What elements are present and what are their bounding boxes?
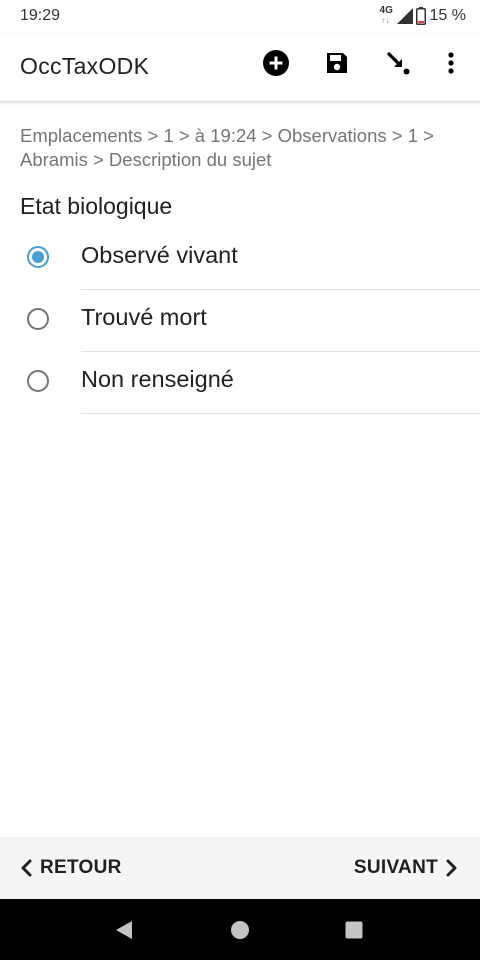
add-button[interactable] [261, 48, 291, 78]
status-bar: 19:29 4G ↑↓ 15 % [0, 0, 480, 34]
battery-icon [415, 7, 426, 25]
add-circle-icon [263, 50, 289, 76]
system-navigation-bar [0, 899, 480, 960]
save-button[interactable] [322, 48, 352, 78]
recents-square-icon [345, 921, 363, 939]
home-circle-icon [231, 921, 249, 939]
signal-icon [396, 8, 413, 24]
status-time: 19:29 [20, 7, 61, 24]
next-button[interactable]: SUIVANT [354, 837, 458, 899]
more-vert-icon [448, 52, 454, 74]
system-back-button[interactable] [112, 918, 136, 942]
chevron-right-icon [446, 859, 457, 877]
network-activity-arrows: ↑↓ [381, 16, 390, 25]
option-label: Trouvé mort [81, 304, 207, 330]
chevron-left-icon [21, 859, 32, 877]
app-title: OccTaxODK [20, 53, 150, 79]
question-label: Etat biologique [20, 193, 173, 219]
app-bar: OccTaxODK [0, 34, 480, 102]
breadcrumb: Emplacements > 1 > à 19:24 > Observation… [20, 125, 434, 170]
radio-button[interactable] [27, 370, 49, 392]
system-recents-button[interactable] [342, 918, 366, 942]
option-label: Non renseigné [81, 366, 234, 392]
save-icon [327, 53, 347, 73]
option-non-renseigne[interactable]: Non renseigné [0, 352, 480, 414]
network-type-icon: 4G ↑↓ [379, 5, 395, 27]
next-button-label: SUIVANT [353, 857, 438, 878]
network-type-label: 4G [379, 5, 393, 16]
battery-percentage: 15 % [429, 7, 466, 24]
option-trouve-mort[interactable]: Trouvé mort [0, 290, 480, 352]
form-navigation-bar: RETOUR SUIVANT [0, 837, 480, 899]
status-indicators: 4G ↑↓ 15 % [379, 4, 466, 28]
system-home-button[interactable] [228, 918, 252, 942]
back-button-label: RETOUR [40, 857, 122, 878]
go-to-button[interactable] [383, 48, 413, 78]
option-observe-vivant[interactable]: Observé vivant [0, 228, 480, 290]
radio-button-selected[interactable] [27, 246, 49, 268]
radio-button[interactable] [27, 308, 49, 330]
more-options-button[interactable] [436, 48, 466, 78]
back-button[interactable]: RETOUR [20, 837, 122, 899]
back-triangle-icon [116, 921, 132, 939]
option-label: Observé vivant [81, 242, 238, 268]
go-to-icon [387, 52, 410, 75]
divider [81, 413, 480, 414]
